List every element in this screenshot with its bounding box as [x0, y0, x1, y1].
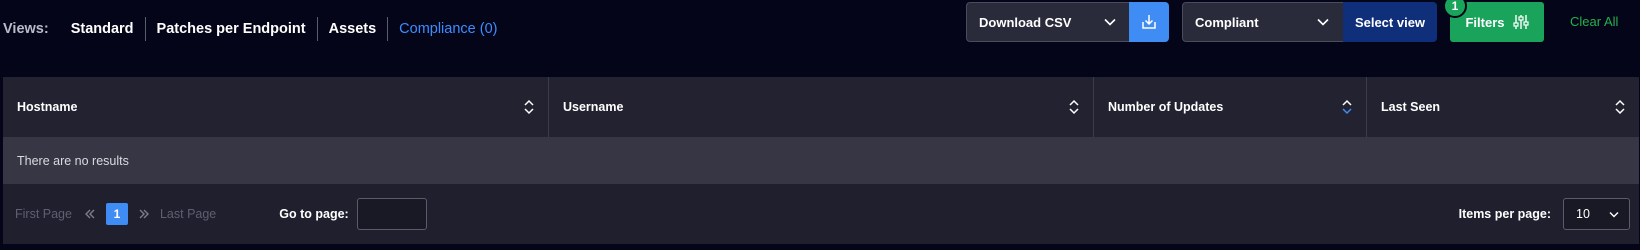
first-page-link[interactable]: First Page — [15, 207, 72, 221]
items-per-page-label: Items per page: — [1458, 207, 1551, 221]
pagination-bar: First Page 1 Last Page Go to page: Items… — [3, 184, 1639, 244]
previous-page-button[interactable] — [84, 208, 96, 220]
view-compliance[interactable]: Compliance (0) — [388, 17, 508, 41]
chevron-down-icon — [1609, 211, 1619, 217]
view-standard[interactable]: Standard — [60, 17, 146, 41]
empty-results-row: There are no results — [3, 137, 1639, 184]
view-patches-per-endpoint[interactable]: Patches per Endpoint — [146, 17, 318, 41]
view-assets[interactable]: Assets — [318, 17, 389, 41]
filters-label: Filters — [1465, 14, 1505, 30]
double-chevron-right-icon — [139, 209, 149, 219]
download-icon — [1142, 15, 1156, 29]
table-header: Hostname Username Number of Updates Last… — [3, 77, 1639, 137]
download-format-label: Download CSV — [979, 14, 1072, 30]
views-label: Views: — [3, 21, 49, 37]
double-chevron-left-icon — [84, 209, 95, 219]
go-to-page-label: Go to page: — [279, 207, 349, 221]
sort-icon — [1069, 99, 1079, 115]
column-header-username[interactable]: Username — [549, 77, 1094, 137]
select-view-button[interactable]: Select view — [1343, 2, 1437, 42]
items-per-page-select[interactable]: 10 — [1563, 198, 1630, 230]
download-format-select[interactable]: Download CSV — [966, 2, 1130, 42]
clear-all-link[interactable]: Clear All — [1570, 14, 1618, 29]
go-to-page-input[interactable] — [356, 198, 427, 230]
last-page-link[interactable]: Last Page — [160, 207, 216, 221]
download-button[interactable] — [1129, 2, 1169, 42]
sort-icon — [524, 99, 534, 115]
column-header-label: Username — [563, 100, 624, 114]
views-nav: Views: Standard Patches per Endpoint Ass… — [3, 17, 508, 41]
column-header-number-of-updates[interactable]: Number of Updates — [1094, 77, 1367, 137]
items-per-page-value: 10 — [1576, 207, 1590, 221]
column-header-label: Hostname — [17, 100, 78, 114]
next-page-button[interactable] — [138, 208, 150, 220]
sort-descending-icon — [1342, 99, 1352, 115]
column-header-last-seen[interactable]: Last Seen — [1367, 77, 1639, 137]
column-header-hostname[interactable]: Hostname — [3, 77, 549, 137]
compliance-filter-value: Compliant — [1195, 14, 1259, 30]
column-header-label: Last Seen — [1381, 100, 1441, 114]
sort-icon — [1615, 99, 1625, 115]
chevron-down-icon — [1317, 18, 1329, 26]
empty-results-message: There are no results — [17, 153, 129, 168]
compliance-filter-select[interactable]: Compliant — [1182, 2, 1344, 42]
column-header-label: Number of Updates — [1108, 100, 1224, 114]
sliders-icon — [1512, 15, 1529, 29]
toolbar: Views: Standard Patches per Endpoint Ass… — [0, 0, 1640, 56]
compliance-table: Hostname Username Number of Updates Last… — [3, 77, 1639, 244]
page-number-current[interactable]: 1 — [105, 203, 128, 225]
chevron-down-icon — [1104, 18, 1116, 26]
